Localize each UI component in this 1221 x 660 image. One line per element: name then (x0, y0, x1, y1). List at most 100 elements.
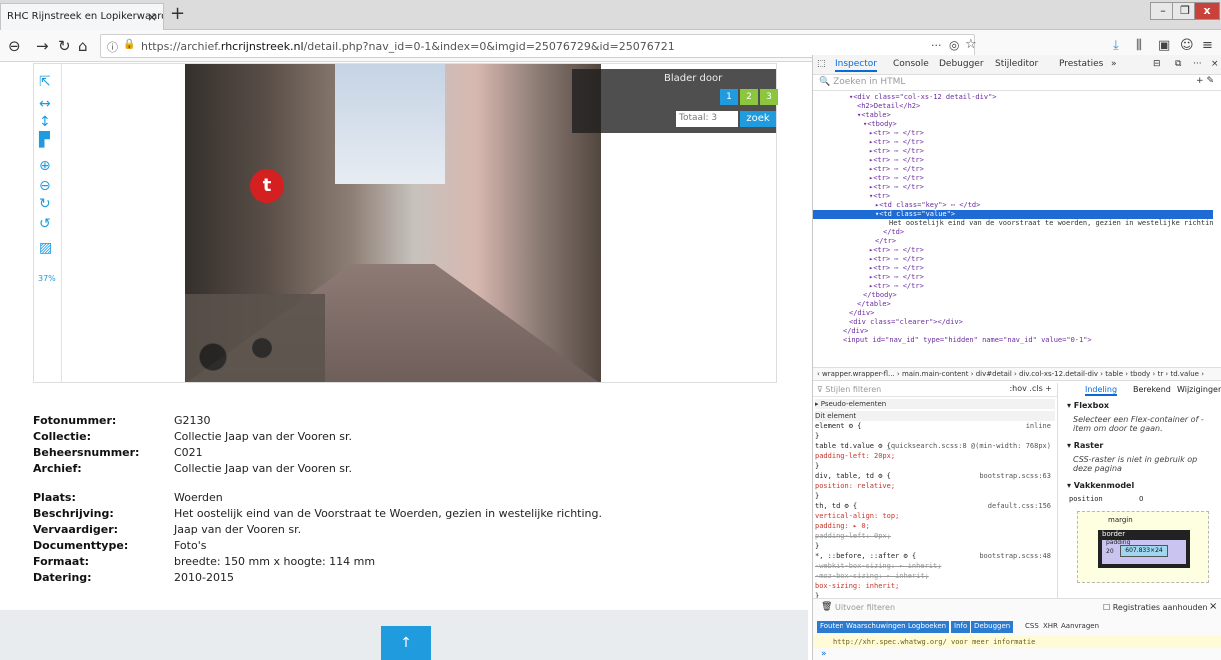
markup-line[interactable]: ▸<tr> ⋯ </tr> (869, 138, 924, 147)
persist-logs-checkbox[interactable]: ☐ Registraties aanhouden (1103, 603, 1208, 612)
forward-icon[interactable]: → (36, 37, 49, 55)
zoom-out-icon[interactable]: ⊖ (39, 178, 51, 194)
filter-info[interactable]: Info (951, 621, 971, 633)
page-actions-icon[interactable]: ··· (931, 39, 942, 52)
download-icon[interactable]: ⤓ (1113, 38, 1119, 53)
rule-line[interactable]: ▸ Pseudo-elementen (815, 399, 1055, 409)
back-icon[interactable]: ⊖ (8, 37, 21, 55)
filter-css[interactable]: CSS (1025, 622, 1039, 630)
markup-line[interactable]: ▸<tr> ⋯ </tr> (869, 165, 924, 174)
rule-line[interactable]: padding-left: 20px; (815, 451, 1055, 461)
library-icon[interactable]: ⫼ (1136, 38, 1142, 53)
tab-indeling[interactable]: Indeling (1085, 385, 1118, 396)
markup-line[interactable]: </tbody> (863, 291, 897, 300)
rules-tools[interactable]: :hov .cls + (1009, 384, 1052, 393)
markup-line[interactable]: </td> (883, 228, 904, 237)
markup-line[interactable]: ▸<tr> ⋯ </tr> (869, 129, 924, 138)
tab-more[interactable]: » (1111, 59, 1117, 69)
markup-line[interactable]: ▸<tr> ⋯ </tr> (869, 282, 924, 291)
tab-berekend[interactable]: Berekend (1133, 385, 1171, 394)
split-icon[interactable]: ⧉ (1175, 59, 1181, 69)
add-node-icon[interactable]: + ✎ (1196, 76, 1214, 86)
rotate-left-icon[interactable]: ↺ (39, 216, 51, 232)
markup-line[interactable]: ▸<td class="key"> ⋯ </td> (875, 201, 980, 210)
markup-line[interactable]: </div> (843, 327, 868, 336)
menu-icon[interactable]: ≡ (1202, 38, 1213, 53)
trash-icon[interactable]: 🗑 (821, 602, 832, 612)
markup-line[interactable]: <h2>Detail</h2> (857, 102, 920, 111)
rule-source[interactable]: _quicksearch.scss:8 @(min-width: 768px) (887, 441, 1051, 451)
filter-debug[interactable]: Debuggen (971, 621, 1014, 633)
html-search-input[interactable]: 🔍 Zoeken in HTML + ✎ (813, 75, 1221, 91)
rule-line[interactable]: -webkit-box-sizing: ▸ inherit; (815, 561, 1055, 571)
home-icon[interactable]: ⌂ (78, 37, 88, 55)
fit-width-icon[interactable]: ↔ (39, 96, 51, 112)
markup-line[interactable]: ▸<tr> ⋯ </tr> (869, 183, 924, 192)
rule-line[interactable]: padding: ▸ 0; (815, 521, 1055, 531)
markup-line[interactable]: ▾<tr> (869, 192, 890, 201)
markup-line[interactable]: ▸<tr> ⋯ </tr> (869, 174, 924, 183)
page-button-3[interactable]: 3 (760, 89, 778, 105)
tab-inspector[interactable]: Inspector (835, 59, 877, 72)
rule-line[interactable]: vertical-align: top; (815, 511, 1055, 521)
close-devtools-icon[interactable]: × (1211, 59, 1219, 69)
markup-line-selected[interactable]: ▾<td class="value"> (813, 210, 1213, 219)
markup-line[interactable]: </table> (857, 300, 891, 309)
markup-line[interactable]: ▾<table> (857, 111, 891, 120)
padding-left-value[interactable]: 20 (1106, 548, 1114, 555)
image-icon[interactable]: ▨ (39, 240, 52, 256)
markup-line[interactable]: </tr> (875, 237, 896, 246)
markup-line[interactable]: ▸<tr> ⋯ </tr> (869, 156, 924, 165)
window-close-button[interactable]: x (1194, 2, 1220, 20)
fullscreen-icon[interactable]: ⇱ (39, 74, 51, 90)
browser-tab[interactable]: RHC Rijnstreek en Lopikerwaard - D × (0, 3, 164, 30)
markup-line[interactable]: ▾<div class="col-xs-12 detail-div"> (849, 93, 997, 102)
rule-line[interactable]: box-sizing: inherit; (815, 581, 1055, 591)
tab-prestaties[interactable]: Prestaties (1059, 59, 1103, 69)
markup-line[interactable]: ▸<tr> ⋯ </tr> (869, 264, 924, 273)
rule-source[interactable]: default.css:156 (988, 501, 1051, 511)
total-field[interactable]: Totaal: 3 (676, 111, 738, 127)
close-console-icon[interactable]: × (1209, 601, 1217, 612)
console-filter-input[interactable]: Uitvoer filteren (835, 603, 895, 612)
markup-line[interactable]: </div> (849, 309, 874, 318)
rotate-right-icon[interactable]: ↻ (39, 196, 51, 212)
overflow-icon[interactable]: ··· (1193, 59, 1202, 69)
scroll-top-button[interactable]: ↑ (381, 626, 431, 660)
raster-title[interactable]: ▾ Raster (1067, 441, 1103, 450)
markup-text-node[interactable]: Het oostelijk eind van de voorstraat te … (889, 219, 1213, 228)
pick-element-icon[interactable]: ⬚ (817, 59, 826, 69)
flexbox-title[interactable]: ▾ Flexbox (1067, 401, 1109, 410)
dock-icon[interactable]: ⊟ (1153, 59, 1161, 69)
markup-line[interactable]: ▾<tbody> (863, 120, 897, 129)
fit-page-icon[interactable]: ▛ (39, 132, 50, 148)
pocket-icon[interactable]: ◎ (949, 38, 959, 52)
markup-line[interactable]: ▸<tr> ⋯ </tr> (869, 273, 924, 282)
console-prompt[interactable]: » (821, 649, 827, 659)
tab-close-icon[interactable]: × (147, 10, 157, 24)
zoom-in-icon[interactable]: ⊕ (39, 158, 51, 174)
filter-logs[interactable]: Logboeken (905, 621, 950, 633)
rule-line[interactable]: padding-left: 0px; (815, 531, 1055, 541)
markup-line[interactable]: ▸<tr> ⋯ </tr> (869, 255, 924, 264)
street-photo[interactable]: t (185, 64, 601, 382)
rule-source[interactable]: bootstrap.scss:48 (979, 551, 1051, 561)
boxmodel-title[interactable]: ▾ Vakkenmodel (1067, 481, 1134, 490)
reload-icon[interactable]: ↻ (58, 37, 71, 55)
rule-line[interactable]: position: relative; (815, 481, 1055, 491)
tab-stijleditor[interactable]: Stijleditor (995, 59, 1038, 69)
rules-filter-input[interactable]: ⊽ Stijlen filteren:hov .cls + (813, 383, 1057, 397)
bookmark-star-icon[interactable]: ☆ (965, 37, 977, 52)
filter-xhr[interactable]: XHR (1043, 622, 1058, 630)
breadcrumb[interactable]: ‹ wrapper.wrapper-fl... › main.main-cont… (813, 367, 1221, 381)
account-icon[interactable]: ☺ (1180, 38, 1194, 53)
tab-debugger[interactable]: Debugger (939, 59, 984, 69)
new-tab-button[interactable]: + (170, 3, 185, 24)
tab-console[interactable]: Console (893, 59, 929, 69)
sidebar-icon[interactable]: ▣ (1158, 38, 1170, 53)
markup-line[interactable]: <input id="nav_id" type="hidden" name="n… (843, 336, 1092, 345)
fit-height-icon[interactable]: ↕ (39, 114, 51, 130)
filter-warnings[interactable]: Waarschuwingen (843, 621, 909, 633)
rule-source[interactable]: inline (1026, 421, 1051, 431)
markup-line[interactable]: <div class="clearer"></div> (849, 318, 963, 327)
